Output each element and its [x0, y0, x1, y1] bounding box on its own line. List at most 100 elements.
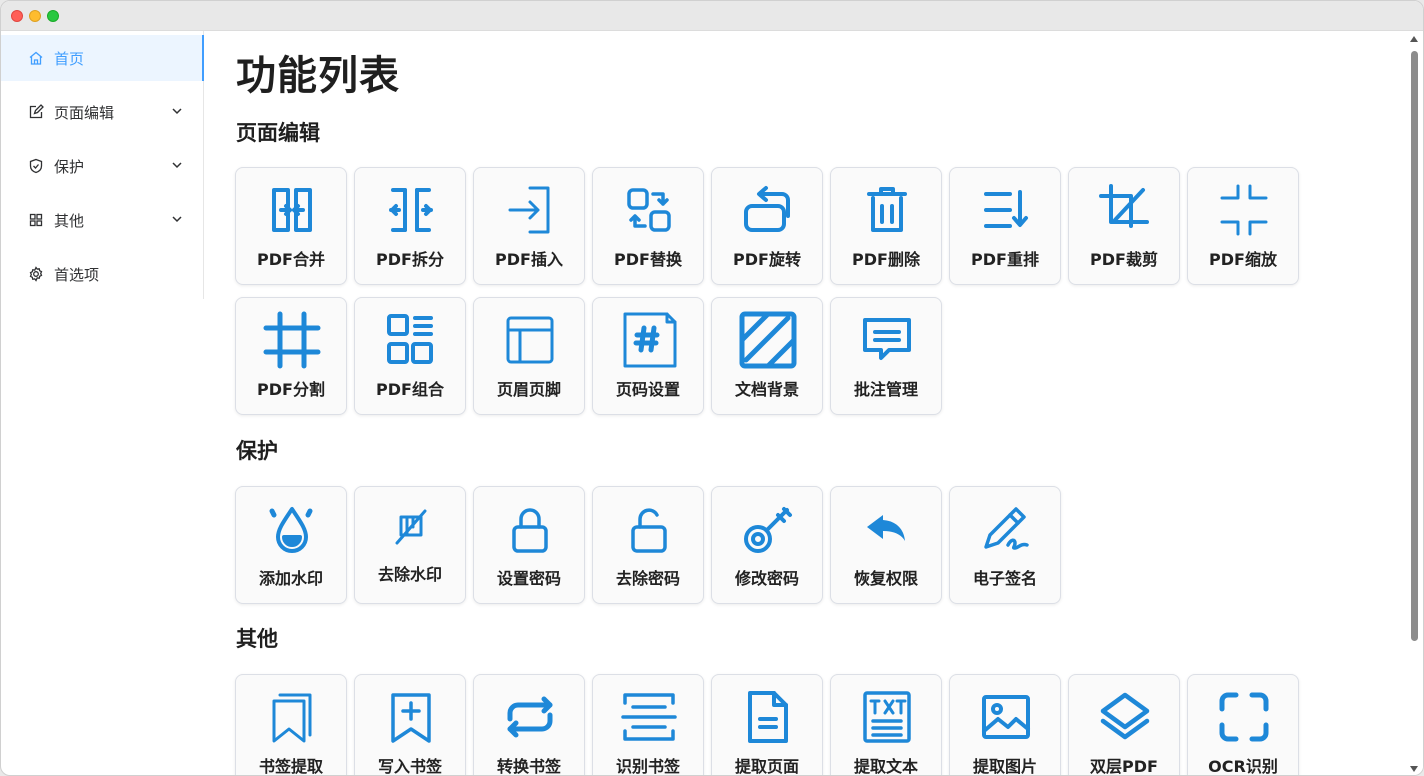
card-label: 识别书签 [615, 757, 680, 776]
card-label: PDF拆分 [376, 250, 444, 269]
grid-icon [28, 212, 44, 228]
sidebar-item-preferences[interactable]: 首选项 [1, 251, 203, 297]
card-extract-page[interactable]: 提取页面 [711, 674, 823, 775]
card-label: PDF分割 [257, 380, 325, 399]
card-comment-manage[interactable]: 批注管理 [830, 297, 942, 415]
card-header-footer[interactable]: 页眉页脚 [473, 297, 585, 415]
card-page-number[interactable]: 页码设置 [592, 297, 704, 415]
card-pdf-insert[interactable]: PDF插入 [473, 167, 585, 285]
rotate-icon [738, 180, 798, 240]
card-label: 添加水印 [258, 569, 323, 588]
card-pdf-merge[interactable]: PDF合并 [235, 167, 347, 285]
split-icon [381, 180, 441, 240]
card-extract-text[interactable]: 提取文本 [830, 674, 942, 776]
page-number-icon [619, 310, 679, 370]
card-e-signature[interactable]: 电子签名 [949, 486, 1061, 604]
card-change-password[interactable]: 修改密码 [711, 486, 823, 604]
card-recognize-bookmark[interactable]: 识别书签 [592, 674, 704, 776]
card-label: 提取图片 [972, 757, 1037, 776]
bookmarks-icon [262, 687, 322, 747]
card-pdf-reorder[interactable]: PDF重排 [949, 167, 1061, 285]
sidebar-item-label: 首页 [54, 49, 85, 68]
card-label: PDF组合 [376, 380, 444, 399]
close-window-button[interactable] [11, 10, 23, 22]
card-label: 批注管理 [853, 380, 918, 399]
card-restore-permission[interactable]: 恢复权限 [830, 486, 942, 604]
card-pdf-replace[interactable]: PDF替换 [592, 167, 704, 285]
document-icon [738, 687, 798, 747]
add-bookmark-icon [381, 687, 441, 747]
card-label: 修改密码 [734, 569, 799, 588]
card-label: PDF重排 [971, 250, 1039, 269]
main-content: 功能列表 页面编辑 PDF合并 PDF拆分 PDF插入 PDF替换 PDF旋转 … [204, 31, 1407, 776]
combine-icon [381, 310, 441, 370]
maximize-window-button[interactable] [47, 10, 59, 22]
remove-watermark-icon [381, 499, 441, 559]
card-pdf-cut[interactable]: PDF分割 [235, 297, 347, 415]
card-label: 设置密码 [496, 569, 561, 588]
scan-icon [619, 687, 679, 747]
shrink-icon [1214, 180, 1274, 240]
convert-icon [500, 687, 560, 747]
card-label: 提取文本 [853, 757, 918, 776]
vertical-scrollbar[interactable] [1405, 31, 1423, 775]
scroll-down-arrow-icon[interactable] [1409, 765, 1419, 773]
scroll-up-arrow-icon[interactable] [1409, 35, 1419, 43]
sidebar-item-label: 页面编辑 [54, 103, 115, 122]
layers-icon [1095, 687, 1155, 747]
signature-icon [976, 499, 1036, 559]
header-footer-icon [500, 310, 560, 370]
card-label: PDF删除 [852, 250, 920, 269]
card-extract-image[interactable]: 提取图片 [949, 674, 1061, 776]
card-double-layer-pdf[interactable]: 双层PDF [1068, 674, 1180, 776]
card-label: 转换书签 [496, 757, 561, 776]
card-label: 页眉页脚 [496, 380, 561, 399]
card-label: 双层PDF [1090, 757, 1158, 776]
section-title-protect: 保护 [236, 439, 278, 463]
card-label: 恢复权限 [853, 569, 918, 588]
insert-icon [500, 180, 560, 240]
card-pdf-crop[interactable]: PDF裁剪 [1068, 167, 1180, 285]
sidebar-item-label: 保护 [54, 157, 85, 176]
card-write-bookmark[interactable]: 写入书签 [354, 674, 466, 776]
card-remove-password[interactable]: 去除密码 [592, 486, 704, 604]
card-label: 页码设置 [615, 380, 680, 399]
ocr-icon [1214, 687, 1274, 747]
gear-icon [28, 266, 44, 282]
background-icon [738, 310, 798, 370]
sidebar-item-protect[interactable]: 保护 [1, 143, 203, 189]
card-convert-bookmark[interactable]: 转换书签 [473, 674, 585, 776]
home-icon [28, 50, 44, 66]
card-bookmark-extract[interactable]: 书签提取 [235, 674, 347, 775]
card-label: PDF旋转 [733, 250, 801, 269]
card-label: 文档背景 [734, 380, 799, 399]
card-set-password[interactable]: 设置密码 [473, 486, 585, 604]
sidebar-item-home[interactable]: 首页 [1, 35, 204, 81]
sidebar-item-label: 其他 [54, 211, 85, 230]
sidebar-item-label: 首选项 [54, 265, 100, 284]
card-pdf-delete[interactable]: PDF删除 [830, 167, 942, 285]
card-pdf-combine[interactable]: PDF组合 [354, 297, 466, 415]
txt-icon [857, 687, 917, 747]
scrollbar-thumb[interactable] [1411, 51, 1418, 641]
sidebar-item-other[interactable]: 其他 [1, 197, 203, 243]
card-label: 写入书签 [377, 757, 442, 776]
minimize-window-button[interactable] [29, 10, 41, 22]
lock-icon [500, 499, 560, 559]
sidebar-item-page-edit[interactable]: 页面编辑 [1, 89, 203, 135]
card-label: 去除水印 [377, 565, 442, 584]
card-pdf-scale[interactable]: PDF缩放 [1187, 167, 1299, 285]
trash-icon [857, 180, 917, 240]
card-label: PDF缩放 [1209, 250, 1277, 269]
title-bar [1, 1, 1423, 31]
undo-icon [857, 499, 917, 559]
card-remove-watermark[interactable]: 去除水印 [354, 486, 466, 604]
card-ocr[interactable]: OCR识别 [1187, 674, 1299, 775]
card-document-background[interactable]: 文档背景 [711, 297, 823, 415]
shield-icon [28, 158, 44, 174]
app-window: 首页 页面编辑 保护 其他 首选项 功能列表 页面编辑 PDF合并 PDF拆分 … [0, 0, 1424, 776]
card-pdf-rotate[interactable]: PDF旋转 [711, 167, 823, 285]
card-add-watermark[interactable]: 添加水印 [235, 486, 347, 604]
card-pdf-split[interactable]: PDF拆分 [354, 167, 466, 285]
image-icon [976, 687, 1036, 747]
